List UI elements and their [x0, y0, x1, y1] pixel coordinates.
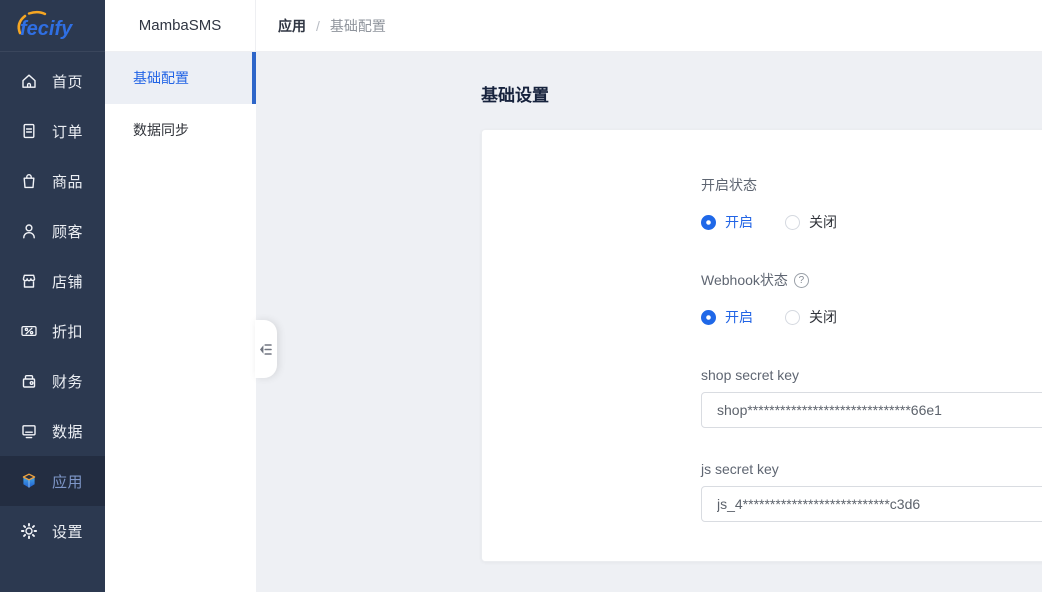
fecify-logo-icon: fecify: [12, 9, 94, 43]
sidebar-item-label: 订单: [52, 121, 83, 142]
sidebar-item-label: 财务: [52, 371, 83, 392]
page-title: 基础设置: [481, 81, 549, 106]
field-label: 开启状态: [701, 177, 1042, 193]
sidebar-item-label: 折扣: [52, 321, 83, 342]
sidebar-item-customers[interactable]: 顾客: [0, 206, 105, 256]
radio-option-off[interactable]: 关闭: [785, 212, 837, 232]
app-submenu-panel: 基础配置 数据同步: [105, 52, 256, 592]
shop-secret-key-input[interactable]: [701, 392, 1042, 428]
radio-option-on[interactable]: 开启: [701, 212, 753, 232]
question-circle-icon[interactable]: ?: [794, 273, 809, 288]
brand-logo[interactable]: fecify: [0, 0, 105, 52]
home-icon: [19, 71, 39, 91]
js-secret-key-input[interactable]: [701, 486, 1042, 522]
app-panel-title: MambaSMS: [105, 0, 256, 51]
radio-circle-icon: [785, 215, 800, 230]
sidebar-nav: 首页 订单 商品 顾客: [0, 52, 105, 556]
radio-group-enable-status: 开启 关闭: [701, 212, 1042, 232]
radio-option-label: 开启: [725, 307, 753, 327]
radio-option-off[interactable]: 关闭: [785, 307, 837, 327]
orders-icon: [19, 121, 39, 141]
sidebar-item-label: 设置: [52, 521, 83, 542]
sidebar-collapse-handle[interactable]: [255, 320, 277, 378]
field-label: Webhook状态 ?: [701, 272, 1042, 288]
sidebar-item-label: 店铺: [52, 271, 83, 292]
breadcrumb-section[interactable]: 应用: [278, 16, 306, 36]
webhook-label-text: Webhook状态: [701, 272, 788, 288]
radio-option-label: 开启: [725, 212, 753, 232]
logo-text: fecify: [20, 18, 73, 40]
radio-circle-icon: [785, 310, 800, 325]
content-area: 基础设置 开启状态 开启 关闭: [256, 52, 1042, 592]
input-wrap: [701, 392, 1042, 428]
sidebar-item-finance[interactable]: 财务: [0, 356, 105, 406]
radio-group-webhook-status: 开启 关闭: [701, 307, 1042, 327]
sidebar-item-orders[interactable]: 订单: [0, 106, 105, 156]
shops-icon: [19, 271, 39, 291]
topbar: MambaSMS 应用 / 基础配置: [105, 0, 1042, 52]
settings-card: 开启状态 开启 关闭 Webhook状态: [481, 129, 1042, 562]
finance-icon: [19, 371, 39, 391]
field-shop-secret-key: shop secret key: [701, 367, 1042, 428]
sidebar-item-label: 数据: [52, 421, 83, 442]
field-js-secret-key: js secret key: [701, 461, 1042, 522]
radio-circle-icon: [701, 310, 716, 325]
main-sidebar: fecify 首页 订单 商品: [0, 0, 105, 592]
field-enable-status: 开启状态 开启 关闭: [701, 177, 1042, 232]
sidebar-item-products[interactable]: 商品: [0, 156, 105, 206]
field-label: js secret key: [701, 461, 1042, 477]
field-label: shop secret key: [701, 367, 1042, 383]
submenu-item-basic-config[interactable]: 基础配置: [105, 52, 256, 104]
field-webhook-status: Webhook状态 ? 开启 关闭: [701, 272, 1042, 327]
products-icon: [19, 171, 39, 191]
discount-icon: [19, 321, 39, 341]
submenu-item-data-sync[interactable]: 数据同步: [105, 104, 256, 156]
submenu-item-label: 数据同步: [133, 120, 189, 140]
customers-icon: [19, 221, 39, 241]
submenu-item-label: 基础配置: [133, 68, 189, 88]
app-window: fecify 首页 订单 商品: [0, 0, 1042, 592]
sidebar-item-label: 首页: [52, 71, 83, 92]
radio-option-label: 关闭: [809, 212, 837, 232]
sidebar-item-apps[interactable]: 应用: [0, 456, 105, 506]
sidebar-item-label: 应用: [52, 471, 83, 492]
sidebar-item-home[interactable]: 首页: [0, 56, 105, 106]
sidebar-item-label: 顾客: [52, 221, 83, 242]
sidebar-item-label: 商品: [52, 171, 83, 192]
input-wrap: [701, 486, 1042, 522]
radio-option-label: 关闭: [809, 307, 837, 327]
sidebar-item-settings[interactable]: 设置: [0, 506, 105, 556]
data-icon: [19, 421, 39, 441]
breadcrumb-separator: /: [316, 18, 320, 34]
apps-cube-icon: [19, 471, 39, 491]
sidebar-item-shops[interactable]: 店铺: [0, 256, 105, 306]
breadcrumb: 应用 / 基础配置: [256, 0, 386, 51]
menu-fold-icon: [258, 343, 272, 356]
sidebar-item-discounts[interactable]: 折扣: [0, 306, 105, 356]
sidebar-item-data[interactable]: 数据: [0, 406, 105, 456]
breadcrumb-page: 基础配置: [330, 16, 386, 36]
settings-gear-icon: [19, 521, 39, 541]
settings-form: 开启状态 开启 关闭 Webhook状态: [701, 177, 1042, 522]
radio-option-on[interactable]: 开启: [701, 307, 753, 327]
radio-circle-icon: [701, 215, 716, 230]
